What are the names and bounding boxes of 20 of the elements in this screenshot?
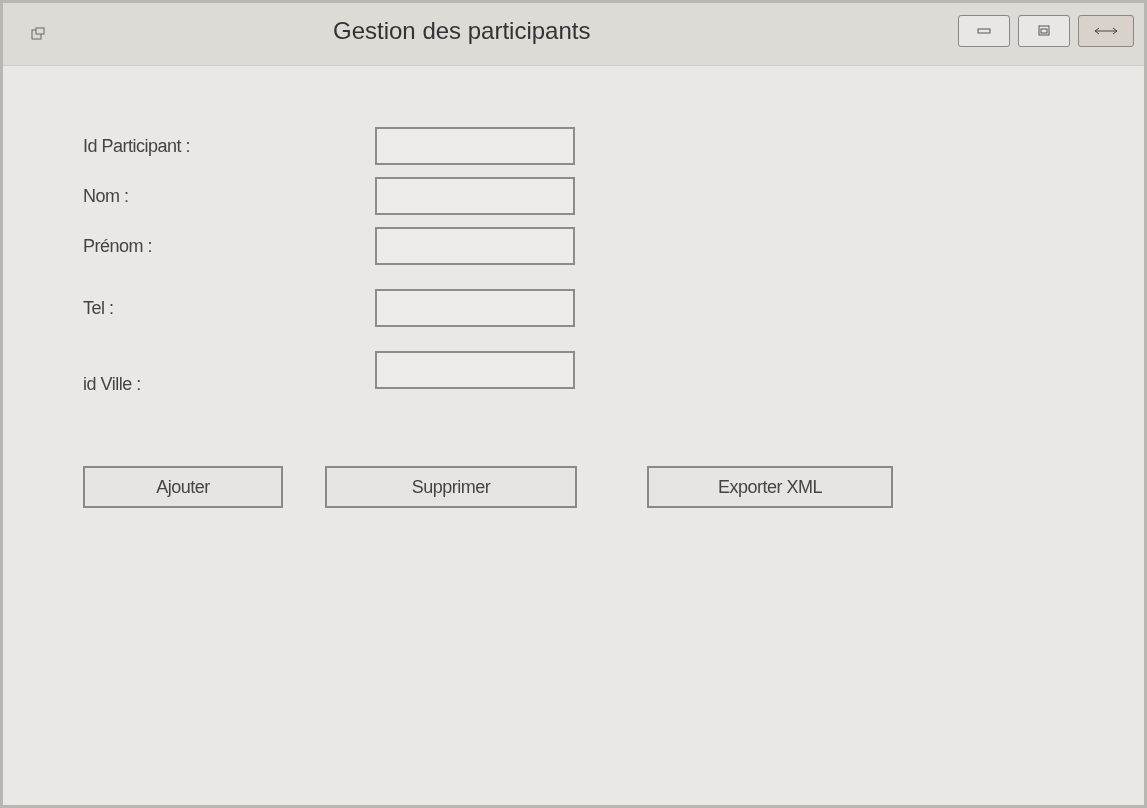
input-field[interactable] [375,127,575,165]
maximize-icon [1036,25,1052,37]
action-button[interactable]: Exporter XML [647,466,893,508]
field-label: Prénom : [83,235,154,257]
minimize-button[interactable] [958,15,1010,47]
field-label: Tel : [83,297,115,319]
field-label: id Ville : [83,373,142,395]
window-title: Gestion des participants [333,17,591,45]
action-button[interactable]: Supprimer [325,466,577,508]
input-field[interactable] [375,289,575,327]
input-field[interactable] [375,177,575,215]
input-field[interactable] [375,227,575,265]
field-label: Id Participant : [83,135,192,157]
close-button[interactable] [1078,15,1134,47]
minimize-icon [976,26,992,36]
field-label: Nom : [83,185,130,207]
action-button[interactable]: Ajouter [83,466,283,508]
maximize-button[interactable] [1018,15,1070,47]
input-field[interactable] [375,351,575,389]
form-icon [31,27,45,41]
